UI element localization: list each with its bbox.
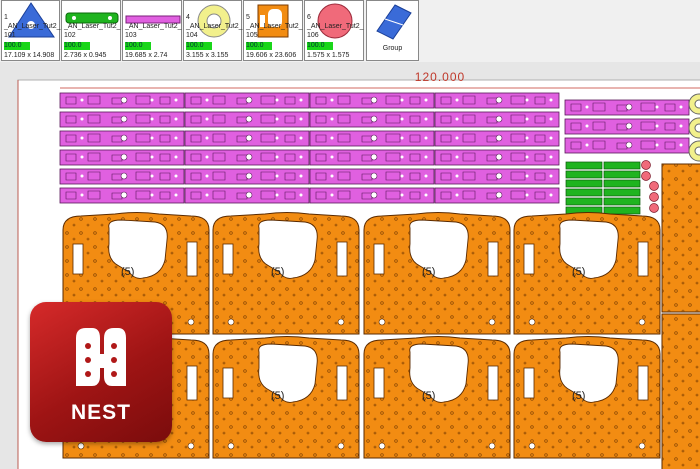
nested-part-label: (5) [572, 390, 585, 402]
yellow-ring-parts[interactable] [688, 93, 700, 162]
nest-app-icon [76, 328, 126, 386]
part-number: 6 [307, 14, 311, 21]
part-quantity: 100.0 [246, 42, 272, 50]
part-quantity: 100.0 [125, 42, 151, 50]
part-code: 104 [186, 32, 198, 39]
group-diamond-icon [376, 4, 412, 40]
part-quantity: 100.0 [307, 42, 333, 50]
logo-text: NEST [70, 401, 131, 424]
nested-part-label: (5) [271, 390, 284, 402]
part-name: _AN_Laser_Tut2_ [125, 23, 182, 30]
part-card-3[interactable]: _AN_Laser_Tut2_ 103 100.0 19.685 x 2.74 [122, 0, 182, 61]
part-name: _AN_Laser_Tut2_ [186, 23, 243, 30]
group-card[interactable]: Group [366, 0, 419, 61]
part-code: 105 [246, 32, 258, 39]
part-number: 1 [4, 14, 8, 21]
part-dimensions: 1.575 x 1.575 [307, 52, 350, 59]
sheet-width-label: 120.000 [414, 70, 466, 84]
part-dimensions: 19.606 x 23.606 [246, 52, 297, 59]
part-name: _AN_Laser_Tut2_ [246, 23, 303, 30]
part-quantity: 100.0 [4, 42, 30, 50]
part-dimensions: 3.155 x 3.155 [186, 52, 229, 59]
part-quantity: 100.0 [186, 42, 212, 50]
part-code: 102 [64, 32, 76, 39]
part-code: 103 [125, 32, 137, 39]
part-card-2[interactable]: _AN_Laser_Tut2_ 102 100.0 2.736 x 0.945 [61, 0, 121, 61]
part-name: _AN_Laser_Tut2_ [4, 23, 61, 30]
part-card-4[interactable]: 4 _AN_Laser_Tut2_ 104 100.0 3.155 x 3.15… [183, 0, 243, 61]
nested-part-label: (5) [271, 266, 284, 278]
part-dimensions: 19.685 x 2.74 [125, 52, 168, 59]
nest-app-logo: NEST [30, 302, 172, 442]
part-number: 4 [186, 14, 190, 21]
part-number: 5 [246, 14, 250, 21]
nested-part-label: (5) [422, 266, 435, 278]
nested-part-label: (5) [121, 266, 134, 278]
part-card-5[interactable]: 5 _AN_Laser_Tut2_ 105 100.0 19.606 x 23.… [243, 0, 303, 61]
part-code: 101 [4, 32, 16, 39]
part-name: _AN_Laser_Tut2_ [64, 23, 121, 30]
part-code: 106 [307, 32, 319, 39]
part-dimensions: 17.109 x 14.908 [4, 52, 55, 59]
nested-part-label: (5) [572, 266, 585, 278]
part-name: _AN_Laser_Tut2_ [307, 23, 364, 30]
part-quantity: 100.0 [64, 42, 90, 50]
part-card-1[interactable]: 1 _AN_Laser_Tut2_ 101 100.0 17.109 x 14.… [1, 0, 61, 61]
nested-part-label: (5) [422, 390, 435, 402]
part-card-6[interactable]: 6 _AN_Laser_Tut2_ 106 100.0 1.575 x 1.57… [304, 0, 364, 61]
part-dimensions: 2.736 x 0.945 [64, 52, 107, 59]
group-label: Group [382, 45, 403, 52]
